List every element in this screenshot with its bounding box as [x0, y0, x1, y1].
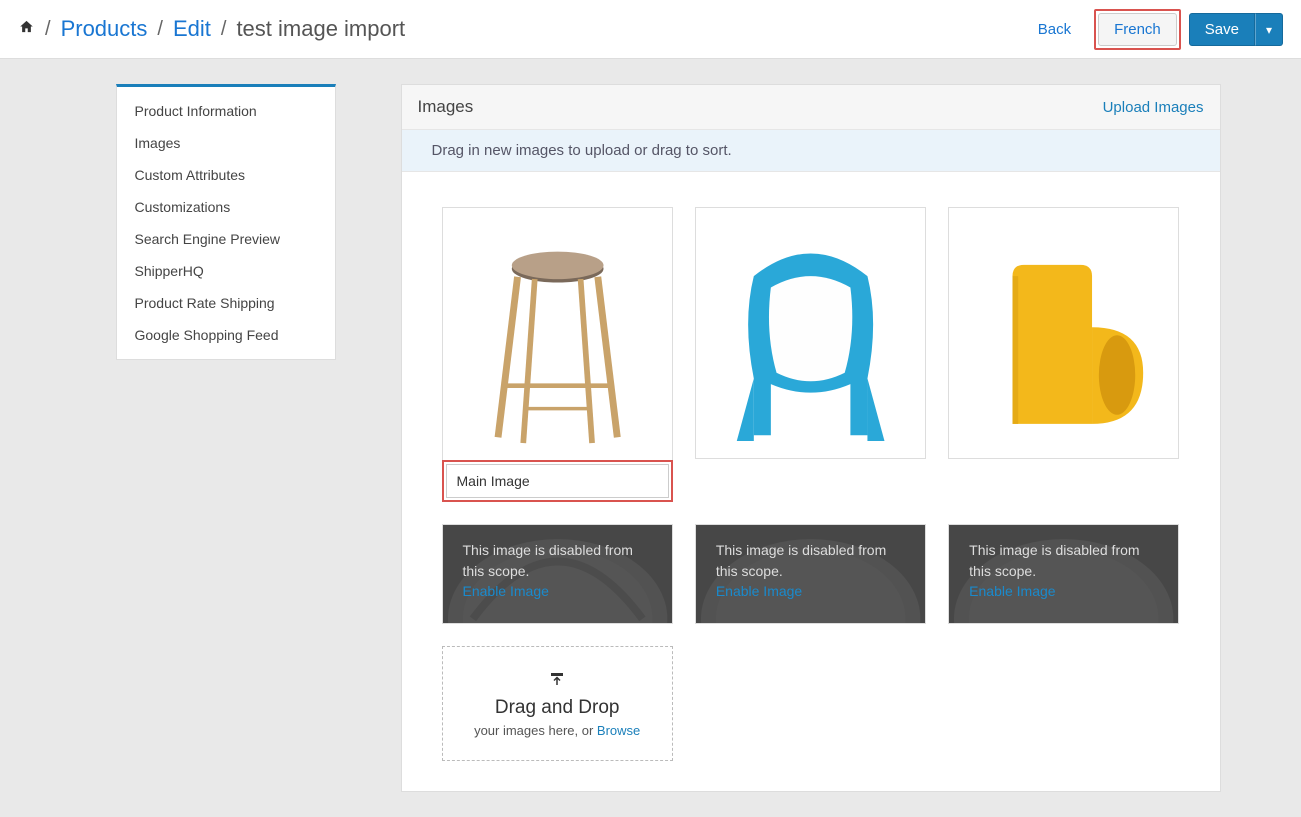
- content-header: Images Upload Images: [402, 85, 1220, 130]
- dropzone[interactable]: Drag and Drop your images here, or Brows…: [442, 646, 673, 761]
- disabled-overlay: This image is disabled from this scope. …: [949, 525, 1178, 623]
- sidebar-item-product-rate-shipping[interactable]: Product Rate Shipping: [117, 287, 335, 319]
- image-card-3[interactable]: [948, 207, 1179, 459]
- main-image-input[interactable]: [446, 464, 669, 498]
- back-button[interactable]: Back: [1023, 14, 1086, 45]
- yellow-chair-thumbnail-icon: [950, 208, 1177, 458]
- breadcrumb-sep: /: [45, 18, 51, 41]
- breadcrumb-sep: /: [157, 18, 163, 41]
- disabled-image-card-1: This image is disabled from this scope. …: [442, 524, 673, 624]
- save-button[interactable]: Save: [1189, 13, 1255, 46]
- blue-chair-thumbnail-icon: [697, 208, 924, 458]
- save-dropdown-button[interactable]: [1255, 13, 1283, 46]
- sidebar-item-product-information[interactable]: Product Information: [117, 87, 335, 127]
- header-actions: Back French Save: [1023, 9, 1283, 50]
- enable-image-link[interactable]: Enable Image: [716, 583, 802, 599]
- sidebar-item-search-engine-preview[interactable]: Search Engine Preview: [117, 223, 335, 255]
- breadcrumb-sep: /: [221, 18, 227, 41]
- sidebar-item-google-shopping-feed[interactable]: Google Shopping Feed: [117, 319, 335, 359]
- content-panel: Images Upload Images Drag in new images …: [401, 84, 1221, 792]
- sidebar-item-custom-attributes[interactable]: Custom Attributes: [117, 159, 335, 191]
- upload-images-link[interactable]: Upload Images: [1103, 99, 1204, 116]
- disabled-image-card-3: This image is disabled from this scope. …: [948, 524, 1179, 624]
- dropzone-subtitle: your images here, or Browse: [474, 723, 640, 738]
- language-button[interactable]: French: [1098, 13, 1177, 46]
- image-card-2[interactable]: [695, 207, 926, 459]
- sidebar-item-images[interactable]: Images: [117, 127, 335, 159]
- sidebar-item-customizations[interactable]: Customizations: [117, 191, 335, 223]
- disabled-image-card-2: This image is disabled from this scope. …: [695, 524, 926, 624]
- disabled-overlay: This image is disabled from this scope. …: [443, 525, 672, 623]
- content-title: Images: [418, 97, 474, 117]
- content-info-bar: Drag in new images to upload or drag to …: [402, 130, 1220, 172]
- dropzone-title: Drag and Drop: [495, 697, 620, 719]
- disabled-text: This image is disabled from this scope.: [969, 540, 1158, 581]
- main-image-label-highlight: [442, 460, 673, 502]
- disabled-text: This image is disabled from this scope.: [463, 540, 652, 581]
- image-card-main-wrapper: [442, 207, 673, 502]
- breadcrumb-edit[interactable]: Edit: [173, 16, 211, 42]
- sidebar-item-shipperhq[interactable]: ShipperHQ: [117, 255, 335, 287]
- breadcrumb: / Products / Edit / test image import: [18, 16, 405, 42]
- home-icon[interactable]: [18, 19, 35, 39]
- enable-image-link[interactable]: Enable Image: [969, 583, 1055, 599]
- browse-link[interactable]: Browse: [597, 723, 640, 738]
- disabled-overlay: This image is disabled from this scope. …: [696, 525, 925, 623]
- enable-image-link[interactable]: Enable Image: [463, 583, 549, 599]
- disabled-text: This image is disabled from this scope.: [716, 540, 905, 581]
- main-layout: Product Information Images Custom Attrib…: [11, 59, 1291, 817]
- dropzone-subtitle-text: your images here, or: [474, 723, 597, 738]
- image-grid: This image is disabled from this scope. …: [402, 172, 1220, 791]
- sidebar-nav: Product Information Images Custom Attrib…: [116, 84, 336, 360]
- breadcrumb-products[interactable]: Products: [61, 16, 148, 42]
- stool-thumbnail-icon: [443, 208, 672, 460]
- upload-icon: [548, 670, 566, 693]
- language-highlight: French: [1094, 9, 1181, 50]
- image-card-1[interactable]: [442, 207, 673, 461]
- page-header: / Products / Edit / test image import Ba…: [0, 0, 1301, 59]
- save-button-group: Save: [1189, 13, 1283, 46]
- page-title: test image import: [236, 16, 405, 42]
